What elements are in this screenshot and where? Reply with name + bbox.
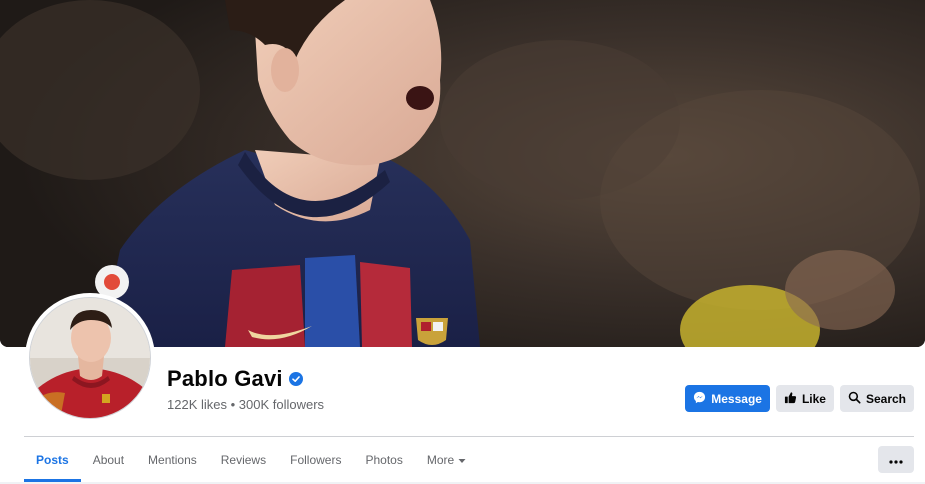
profile-name-row: Pablo Gavi: [167, 366, 303, 392]
tab-followers[interactable]: Followers: [278, 437, 353, 483]
tab-more[interactable]: More: [415, 437, 478, 483]
cover-photo-image: [0, 0, 925, 347]
tab-label: Posts: [36, 453, 69, 467]
tab-label: More: [426, 453, 455, 467]
verified-badge-icon: [288, 372, 303, 386]
tab-label: Photos: [365, 453, 403, 467]
tab-label: Mentions: [148, 453, 197, 467]
tab-label: About: [92, 453, 125, 467]
search-button[interactable]: Search: [839, 385, 914, 412]
ellipsis-icon: [889, 451, 903, 469]
profile-stats: 122K likes • 300K followers: [167, 397, 325, 412]
avatar-image: [29, 297, 151, 419]
tab-about[interactable]: About: [81, 437, 136, 483]
search-button-label: Search: [865, 391, 906, 406]
profile-actions: Message Like Search: [685, 385, 914, 412]
search-icon: [848, 391, 861, 407]
caret-down-icon: [458, 453, 466, 467]
like-button-label: Like: [801, 391, 826, 406]
tab-label: Followers: [290, 453, 342, 467]
messenger-icon: [693, 391, 706, 407]
tab-label: Reviews: [220, 453, 267, 467]
message-button-label: Message: [711, 391, 762, 406]
page-title: Pablo Gavi: [167, 366, 283, 391]
profile-tabs: Posts About Mentions Reviews Followers P…: [24, 437, 478, 483]
tab-mentions[interactable]: Mentions: [136, 437, 209, 483]
more-options-button[interactable]: [878, 446, 914, 473]
profile-avatar[interactable]: [25, 293, 155, 423]
tab-reviews[interactable]: Reviews: [209, 437, 278, 483]
tab-posts[interactable]: Posts: [24, 437, 81, 483]
tab-photos[interactable]: Photos: [353, 437, 414, 483]
cover-photo[interactable]: [0, 0, 925, 347]
thumbs-up-icon: [784, 391, 797, 407]
like-button[interactable]: Like: [775, 385, 834, 412]
message-button[interactable]: Message: [685, 385, 770, 412]
